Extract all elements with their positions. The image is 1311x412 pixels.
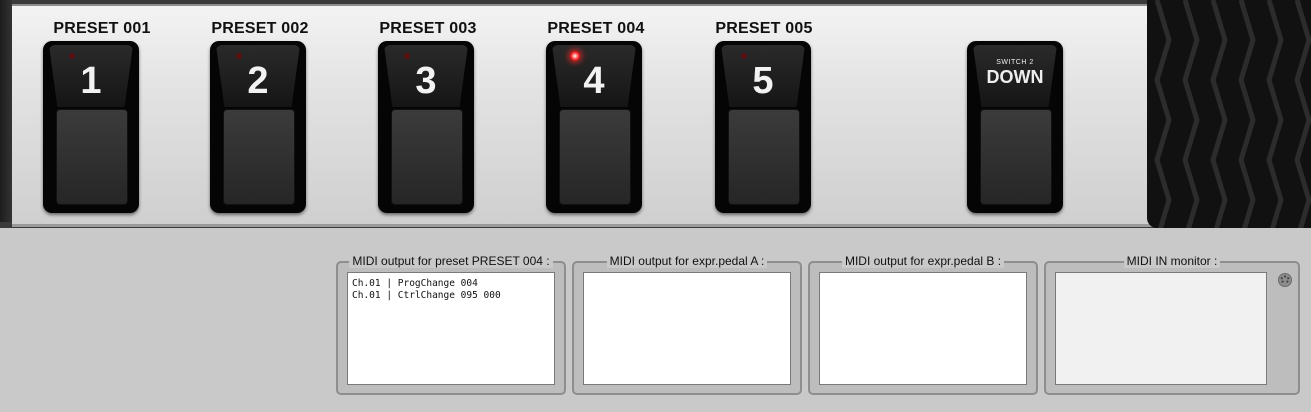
expr-b-output-panel: MIDI output for expr.pedal B : bbox=[808, 254, 1038, 395]
preset-label-1: PRESET 001 bbox=[53, 20, 151, 37]
board-edge bbox=[0, 0, 12, 222]
switch2-down-button[interactable]: SWITCH 2 DOWN bbox=[967, 41, 1063, 213]
switch-pad bbox=[728, 109, 800, 205]
expression-pedal[interactable] bbox=[1147, 0, 1311, 228]
midi-in-log[interactable] bbox=[1055, 272, 1267, 385]
midi-in-title: MIDI IN monitor : bbox=[1123, 254, 1221, 268]
switch-number: 5 bbox=[752, 60, 774, 102]
expr-b-output-log[interactable] bbox=[819, 272, 1027, 385]
switch-pad bbox=[980, 109, 1052, 205]
switch2-big-label: DOWN bbox=[986, 67, 1044, 87]
footswitch-5[interactable]: 5 bbox=[715, 41, 811, 213]
preset-output-panel: MIDI output for preset PRESET 004 : Ch.0… bbox=[336, 254, 566, 395]
expr-a-title: MIDI output for expr.pedal A : bbox=[606, 254, 768, 268]
panel-title: MIDI IN monitor : bbox=[1046, 254, 1298, 268]
footswitch-4[interactable]: 4 bbox=[546, 41, 642, 213]
switch-number: 1 bbox=[80, 60, 102, 102]
expression-pedal-tread bbox=[1154, 0, 1311, 228]
footswitch-2[interactable]: 2 bbox=[210, 41, 306, 213]
switch-number: 2 bbox=[247, 60, 269, 102]
preset-output-log[interactable]: Ch.01 | ProgChange 004 Ch.01 | CtrlChange… bbox=[347, 272, 555, 385]
panel-title: MIDI output for preset PRESET 004 : bbox=[338, 254, 564, 268]
footswitch-1[interactable]: 1 bbox=[43, 41, 139, 213]
preset-label-3: PRESET 003 bbox=[379, 20, 477, 37]
log-line: Ch.01 | CtrlChange 095 000 bbox=[352, 290, 501, 301]
panel-title: MIDI output for expr.pedal B : bbox=[810, 254, 1036, 268]
expr-a-output-panel: MIDI output for expr.pedal A : bbox=[572, 254, 802, 395]
switch-pad bbox=[56, 109, 128, 205]
preset-label-2: PRESET 002 bbox=[211, 20, 309, 37]
switch2-label: SWITCH 2 DOWN bbox=[967, 59, 1063, 87]
preset-label-5: PRESET 005 bbox=[715, 20, 813, 37]
midi-connector-icon[interactable] bbox=[1278, 273, 1292, 287]
expr-a-output-log[interactable] bbox=[583, 272, 791, 385]
switch-number: 3 bbox=[415, 60, 437, 102]
switch-pad bbox=[559, 109, 631, 205]
preset-output-title: MIDI output for preset PRESET 004 : bbox=[349, 254, 553, 268]
footswitch-3[interactable]: 3 bbox=[378, 41, 474, 213]
log-line: Ch.01 | ProgChange 004 bbox=[352, 278, 478, 289]
preset-label-4: PRESET 004 bbox=[547, 20, 645, 37]
midi-in-panel: MIDI IN monitor : bbox=[1044, 254, 1300, 395]
switch-pad bbox=[223, 109, 295, 205]
switch-number: 4 bbox=[583, 60, 605, 102]
switch-pad bbox=[391, 109, 463, 205]
switch2-small-label: SWITCH 2 bbox=[996, 59, 1034, 66]
expr-b-title: MIDI output for expr.pedal B : bbox=[841, 254, 1005, 268]
panel-title: MIDI output for expr.pedal A : bbox=[574, 254, 800, 268]
